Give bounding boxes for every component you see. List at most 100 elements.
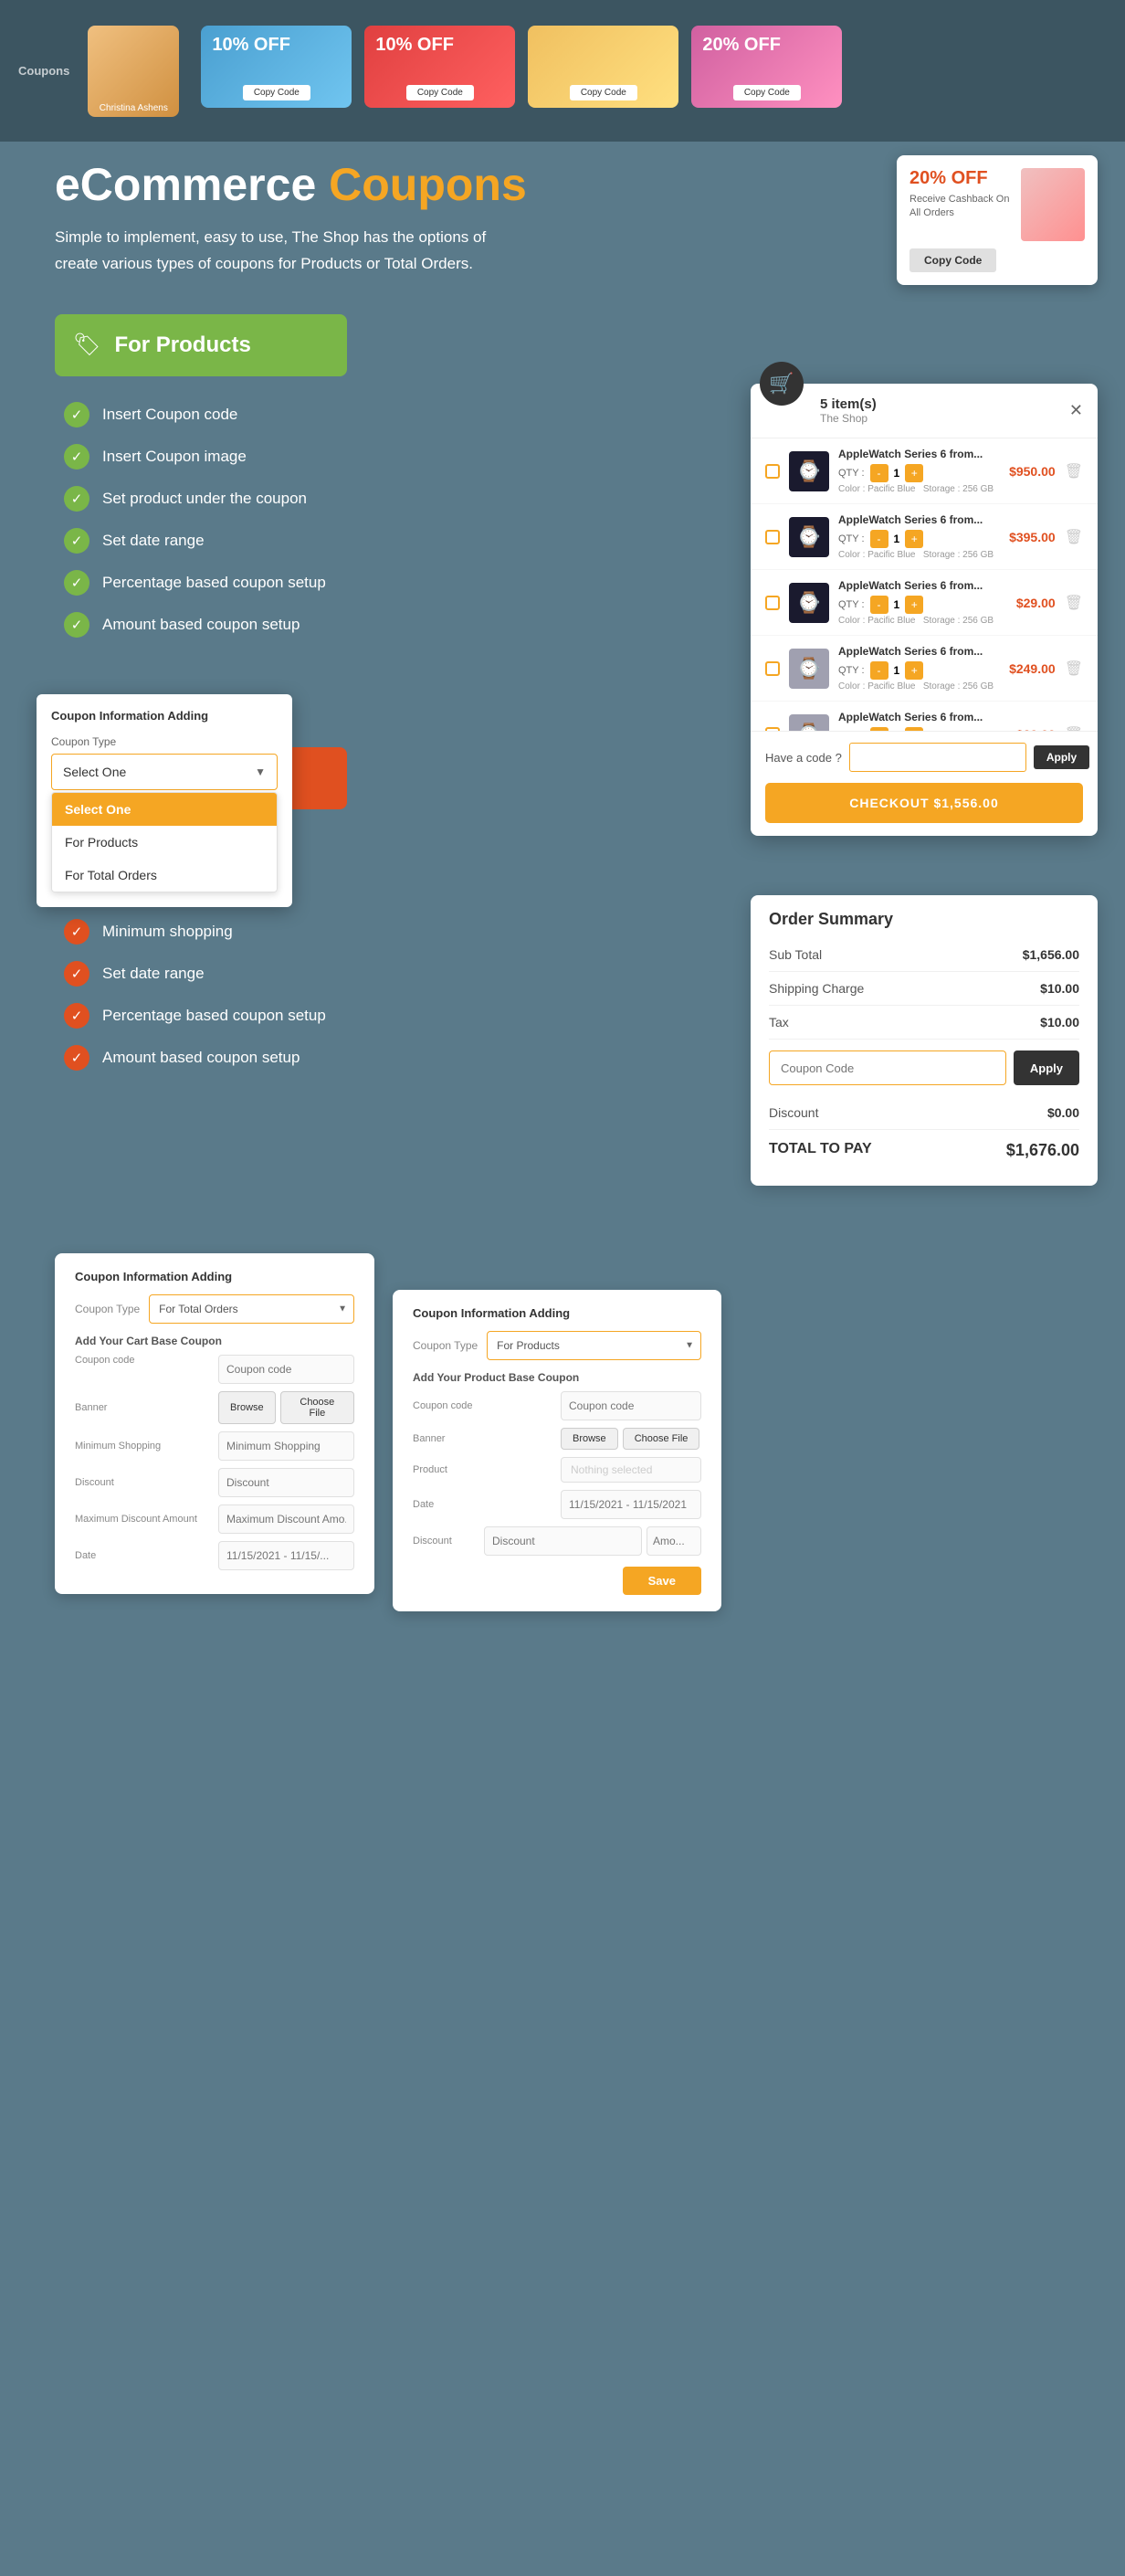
right-section-title: Add Your Product Base Coupon (413, 1371, 701, 1384)
title-white: eCommerce (55, 159, 329, 210)
item-price-5: $29.00 (1016, 727, 1056, 732)
right-browse-button[interactable]: Browse (561, 1428, 618, 1450)
cart-item-4: ⌚ AppleWatch Series 6 from... QTY : - 1 … (751, 636, 1098, 702)
coupon-code-input[interactable] (769, 1050, 1006, 1085)
feature-item-5: ✓ Percentage based coupon setup (64, 570, 548, 596)
products-title: For Products (114, 333, 250, 358)
right-discount-row: Discount (413, 1526, 701, 1556)
cart-icon-wrapper: 🛒 (760, 362, 804, 406)
right-choose-button[interactable]: Choose File (623, 1428, 700, 1450)
qty-val-3: 1 (894, 598, 900, 611)
left-discount-row: Discount (75, 1468, 354, 1497)
left-max-discount-input[interactable] (218, 1504, 354, 1534)
qty-minus-5[interactable]: - (870, 727, 888, 731)
qty-plus-3[interactable]: + (905, 596, 923, 614)
right-amount-input[interactable] (647, 1526, 701, 1556)
left-coupon-code-row: Coupon code (75, 1355, 354, 1384)
check-icon-4: ✓ (64, 528, 89, 554)
qty-minus-1[interactable]: - (870, 464, 888, 482)
left-section-title: Add Your Cart Base Coupon (75, 1335, 354, 1347)
dropdown-option-select-one[interactable]: Select One (52, 793, 277, 826)
dropdown-chevron-icon: ▼ (255, 765, 266, 778)
right-browse-row: Browse Choose File (561, 1428, 701, 1450)
qty-val-2: 1 (894, 533, 900, 545)
qty-minus-2[interactable]: - (870, 530, 888, 548)
tax-value: $10.00 (1040, 1015, 1079, 1029)
left-choose-button[interactable]: Choose File (280, 1391, 354, 1424)
item-checkbox-2[interactable] (765, 530, 780, 544)
left-discount-input[interactable] (218, 1468, 354, 1497)
check-icon-6: ✓ (64, 612, 89, 638)
item-delete-4[interactable]: 🗑 (1065, 660, 1083, 678)
right-discount-input[interactable] (484, 1526, 642, 1556)
right-date-input[interactable] (561, 1490, 701, 1519)
dropdown-value-display[interactable]: Select One ▼ (51, 754, 278, 790)
item-price-4: $249.00 (1009, 661, 1056, 676)
left-min-shopping-input[interactable] (218, 1431, 354, 1461)
item-name-5: AppleWatch Series 6 from... (838, 711, 1007, 723)
item-image-1: ⌚ (789, 451, 829, 491)
item-checkbox-1[interactable] (765, 464, 780, 479)
dropdown-option-products[interactable]: For Products (52, 826, 277, 859)
cart-apply-button[interactable]: Apply (1034, 745, 1089, 769)
item-details-1: AppleWatch Series 6 from... QTY : - 1 + … (838, 448, 1000, 494)
qty-plus-5[interactable]: + (905, 727, 923, 731)
cart-close-button[interactable]: ✕ (1069, 401, 1083, 420)
right-type-select[interactable]: For Products (487, 1331, 701, 1360)
dropdown-option-total-orders[interactable]: For Total Orders (52, 859, 277, 892)
hero-title: eCommerce Coupons (55, 160, 603, 210)
coupon-code-apply-button[interactable]: Apply (1014, 1050, 1079, 1085)
left-date-row: Date (75, 1541, 354, 1570)
cart-items-count: 5 item(s) (820, 396, 877, 412)
cart-coupon-label: Have a code ? (765, 751, 842, 765)
cart-checkout-button[interactable]: CHECKOUT $1,556.00 (765, 783, 1083, 823)
coupon-dropdown-panel: Coupon Information Adding Coupon Type Se… (37, 694, 292, 907)
qty-minus-3[interactable]: - (870, 596, 888, 614)
promo-card: 20% OFF Receive Cashback On All Orders C… (897, 155, 1098, 285)
cart-coupon-input[interactable] (849, 743, 1026, 772)
item-details-5: AppleWatch Series 6 from... QTY : - 1 + … (838, 711, 1007, 731)
right-save-button[interactable]: Save (623, 1567, 701, 1595)
left-browse-button[interactable]: Browse (218, 1391, 276, 1424)
qty-plus-4[interactable]: + (905, 661, 923, 680)
item-name-1: AppleWatch Series 6 from... (838, 448, 1000, 460)
item-delete-2[interactable]: 🗑 (1065, 528, 1083, 546)
qty-minus-4[interactable]: - (870, 661, 888, 680)
qty-val-4: 1 (894, 664, 900, 677)
item-image-2: ⌚ (789, 517, 829, 557)
discount-value: $0.00 (1047, 1105, 1079, 1120)
right-form-type-row: Coupon Type For Products ▼ (413, 1331, 701, 1360)
left-type-select[interactable]: For Total Orders (149, 1294, 354, 1324)
left-date-input[interactable] (218, 1541, 354, 1570)
discount-label: Discount (769, 1105, 818, 1120)
item-details-3: AppleWatch Series 6 from... QTY : - 1 + … (838, 579, 1007, 626)
right-coupon-input[interactable] (561, 1391, 701, 1420)
check-icon-3: ✓ (64, 486, 89, 512)
right-type-label: Coupon Type (413, 1339, 478, 1352)
item-delete-5[interactable]: 🗑 (1065, 725, 1083, 732)
tax-row: Tax $10.00 (769, 1006, 1079, 1040)
item-checkbox-4[interactable] (765, 661, 780, 676)
qty-plus-1[interactable]: + (905, 464, 923, 482)
left-max-discount-row: Maximum Discount Amount (75, 1504, 354, 1534)
item-delete-3[interactable]: 🗑 (1065, 594, 1083, 612)
left-coupon-code-input[interactable] (218, 1355, 354, 1384)
item-details-4: AppleWatch Series 6 from... QTY : - 1 + … (838, 645, 1000, 692)
item-checkbox-5[interactable] (765, 727, 780, 732)
check-icon-5: ✓ (64, 570, 89, 596)
right-date-row: Date (413, 1490, 701, 1519)
right-banner-label: Banner (413, 1433, 553, 1444)
item-checkbox-3[interactable] (765, 596, 780, 610)
subtotal-label: Sub Total (769, 947, 822, 962)
promo-copy-button[interactable]: Copy Code (909, 248, 996, 272)
item-price-1: $950.00 (1009, 464, 1056, 479)
cart-item-3: ⌚ AppleWatch Series 6 from... QTY : - 1 … (751, 570, 1098, 636)
qty-val-1: 1 (894, 467, 900, 480)
item-image-3: ⌚ (789, 583, 829, 623)
check-icon-2: ✓ (64, 444, 89, 470)
order-summary-title: Order Summary (751, 895, 1098, 938)
order-summary-body: Sub Total $1,656.00 Shipping Charge $10.… (751, 938, 1098, 1186)
item-delete-1[interactable]: 🗑 (1065, 462, 1083, 480)
right-coupon-code-row: Coupon code (413, 1391, 701, 1420)
qty-plus-2[interactable]: + (905, 530, 923, 548)
